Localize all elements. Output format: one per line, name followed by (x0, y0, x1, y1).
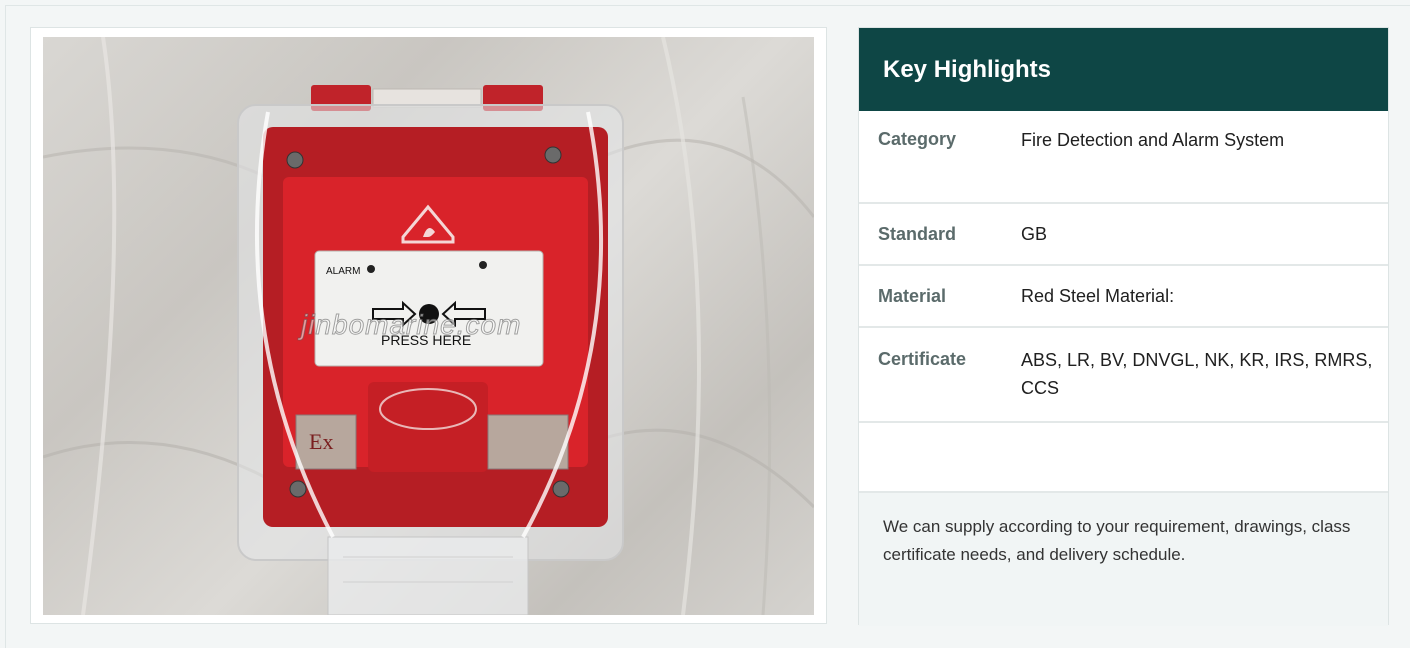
highlight-row-empty (859, 423, 1388, 493)
highlight-value: GB (1021, 224, 1048, 244)
supply-note: We can supply according to your requirem… (859, 493, 1388, 626)
alarm-label: ALARM (326, 266, 360, 277)
key-highlights-title: Key Highlights (883, 55, 1052, 83)
highlight-row-material: Material Red Steel Material: (859, 266, 1388, 328)
ex-label: Ex (309, 429, 333, 454)
highlight-row-certificate: Certificate ABS, LR, BV, DNVGL, NK, KR, … (859, 328, 1388, 423)
highlight-row-standard: Standard GB (859, 204, 1388, 266)
watermark-text: jinbomarine.com (300, 309, 522, 341)
highlight-label: Standard (878, 223, 957, 244)
highlight-label: Category (878, 129, 957, 149)
key-highlights-panel: Key Highlights Category Fire Detection a… (858, 27, 1389, 626)
highlight-label: Material (878, 285, 947, 306)
key-highlights-header: Key Highlights (859, 28, 1388, 111)
highlight-label: Certificate (878, 349, 967, 369)
highlight-row-category: Category Fire Detection and Alarm System (859, 111, 1388, 204)
highlight-value: ABS, LR, BV, DNVGL, NK, KR, IRS, RMRS, C… (1021, 350, 1373, 398)
product-photo[interactable]: ALARM PRESS HERE Ex jinbomarine.com (43, 37, 814, 615)
highlight-value: Red Steel Material: (1021, 286, 1175, 306)
highlight-value: Fire Detection and Alarm System (1021, 130, 1285, 150)
